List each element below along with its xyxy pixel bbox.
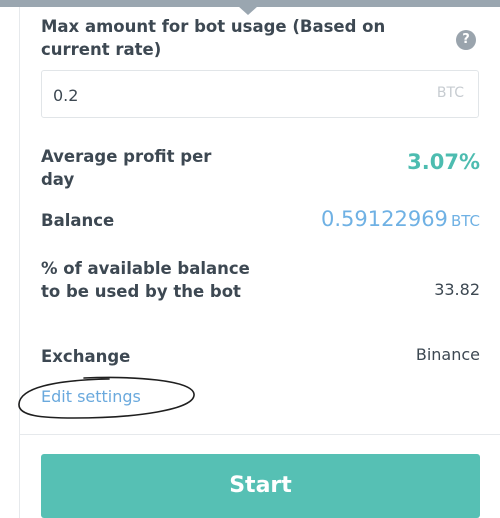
top-notch [238,6,258,15]
percent-available-value: 33.82 [434,280,480,299]
balance-amount: 0.59122969 [321,207,448,231]
section-divider [20,434,500,435]
max-amount-unit: BTC [436,85,464,101]
balance-label: Balance [41,211,115,230]
percent-available-label: % of available balance to be used by the… [41,259,250,301]
left-divider [19,7,20,518]
exchange-value: Binance [415,345,480,364]
max-amount-label: Max amount for bot usage (Based on curre… [41,17,386,59]
max-amount-field[interactable]: BTC [41,70,479,118]
profit-label: Average profit per day [41,147,212,189]
bot-settings-panel: Max amount for bot usage (Based on curre… [0,0,500,518]
max-amount-input[interactable] [53,83,373,107]
question-icon[interactable]: ? [456,30,476,50]
profit-value: 3.07% [407,150,480,174]
balance-value: 0.59122969 BTC [321,207,480,231]
exchange-label: Exchange [41,347,131,366]
start-button[interactable]: Start [41,454,480,518]
edit-settings-link[interactable]: Edit settings [41,387,141,406]
balance-unit: BTC [450,212,480,230]
